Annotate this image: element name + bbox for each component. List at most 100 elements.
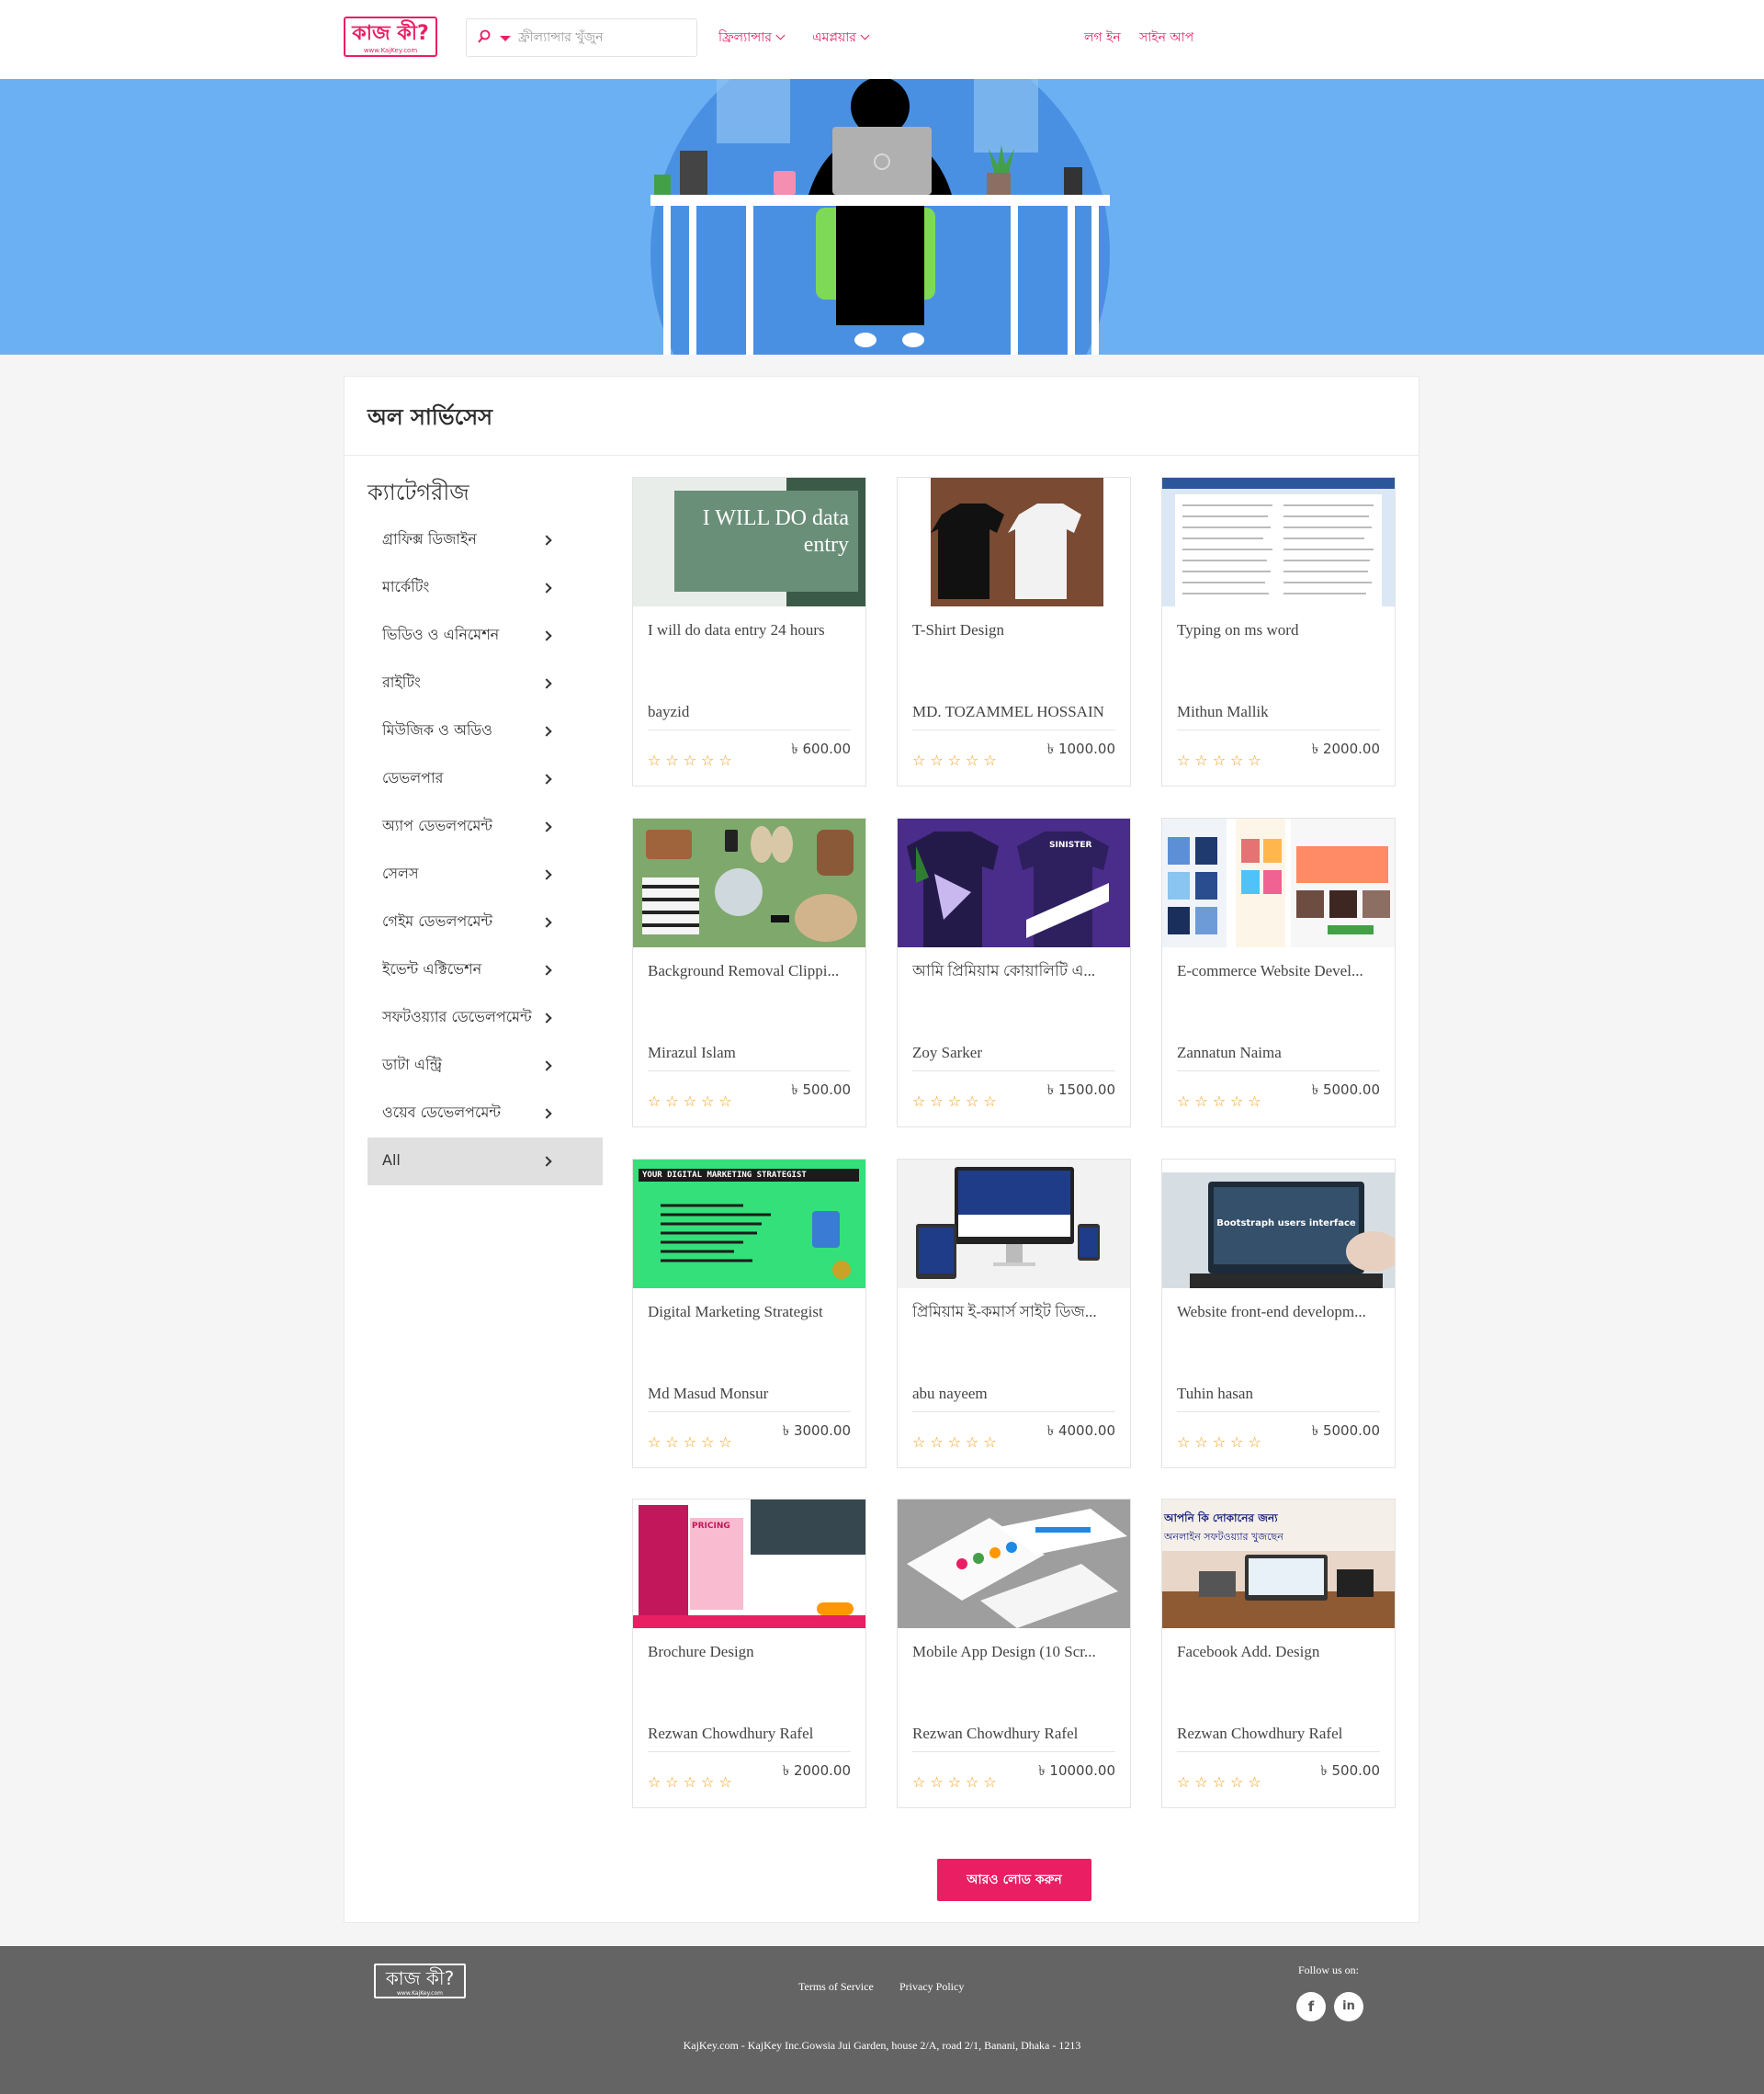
terms-link[interactable]: Terms of Service	[798, 1979, 874, 1994]
chevron-right-icon	[541, 678, 552, 689]
service-card[interactable]: Background Removal Clippi... Mirazul Isl…	[632, 818, 866, 1127]
facebook-icon[interactable]: f	[1296, 1992, 1326, 2021]
service-price: ৳ 1000.00	[1046, 741, 1115, 757]
logo-subtext: www.KajKey.com	[397, 1990, 443, 1997]
service-thumbnail: PRICING	[633, 1500, 865, 1628]
service-card[interactable]: T-Shirt Design MD. TOZAMMEL HOSSAIN ☆☆☆☆…	[897, 477, 1131, 787]
service-thumbnail	[898, 1500, 1130, 1628]
category-item-graphics-design[interactable]: গ্রাফিক্স ডিজাইন	[368, 516, 603, 564]
service-price: ৳ 1500.00	[1046, 1081, 1115, 1098]
seller-name: Zannatun Naima	[1177, 1044, 1282, 1061]
service-thumbnail: YOUR DIGITAL MARKETING STRATEGIST	[633, 1160, 865, 1288]
thumbnail-caption: I WILL DO data entry	[702, 506, 849, 557]
category-item-event-activation[interactable]: ইভেন্ট এক্টিভেশন	[368, 946, 603, 994]
category-label: ওয়েব ডেভেলপমেন্ট	[382, 1104, 501, 1121]
signup-link[interactable]: সাইন আপ	[1139, 28, 1193, 48]
nav-freelancer-dropdown[interactable]: ফ্রিল্যান্সার	[718, 28, 786, 48]
service-thumbnail	[1162, 478, 1395, 606]
service-card[interactable]: I WILL DO data entry I will do data entr…	[632, 477, 866, 787]
service-price: ৳ 500.00	[791, 1081, 851, 1098]
service-thumbnail	[898, 1160, 1130, 1288]
service-title[interactable]: Brochure Design	[648, 1641, 854, 1663]
thumbnail-caption: SINISTER	[1049, 841, 1092, 850]
footer-logo[interactable]: কাজ কী? www.KajKey.com	[374, 1964, 466, 1998]
category-item-music-audio[interactable]: মিউজিক ও অডিও	[368, 707, 603, 755]
hero-banner	[0, 79, 1764, 355]
search-input[interactable]	[518, 27, 689, 49]
service-card[interactable]: প্রিমিয়াম ই-কমার্স সাইট ডিজ... abu naye…	[897, 1159, 1131, 1468]
service-card[interactable]: PRICING Brochure Design Rezwan Chowdhury…	[632, 1499, 866, 1808]
category-item-developer[interactable]: ডেভলপার	[368, 755, 603, 803]
service-card[interactable]: Typing on ms word Mithun Mallik ☆☆☆☆☆ ৳ …	[1161, 477, 1396, 787]
service-title[interactable]: Website front-end developm...	[1177, 1301, 1384, 1323]
search-icon[interactable]	[478, 29, 492, 46]
seller-name: abu nayeem	[912, 1385, 988, 1402]
seller-name: Rezwan Chowdhury Rafel	[648, 1725, 814, 1742]
chevron-right-icon	[541, 583, 552, 594]
service-card[interactable]: Bootstraph users interface Website front…	[1161, 1159, 1396, 1468]
site-logo[interactable]: কাজ কী? www.KajKey.com	[344, 17, 437, 57]
service-title[interactable]: Facebook Add. Design	[1177, 1641, 1384, 1663]
services-panel: অল সার্ভিসেস ক্যাটেগরীজ গ্রাফিক্স ডিজাইন…	[344, 376, 1419, 1923]
rating-stars: ☆☆☆☆☆	[912, 752, 1001, 769]
thumbnail-caption: PRICING	[692, 1522, 730, 1531]
chevron-right-icon	[541, 726, 552, 737]
category-item-sales[interactable]: সেলস	[368, 851, 603, 899]
category-item-video-animation[interactable]: ভিডিও ও এনিমেশন	[368, 612, 603, 660]
rating-stars: ☆☆☆☆☆	[648, 1773, 737, 1791]
service-price: ৳ 5000.00	[1311, 1081, 1380, 1098]
seller-name: bayzid	[648, 703, 690, 720]
service-title[interactable]: Background Removal Clippi...	[648, 960, 854, 982]
chevron-right-icon	[541, 1060, 552, 1071]
category-item-game-development[interactable]: গেইম ডেভলপমেন্ট	[368, 899, 603, 946]
privacy-link[interactable]: Privacy Policy	[899, 1979, 964, 1994]
category-label: ভিডিও ও এনিমেশন	[382, 626, 500, 643]
category-label: গ্রাফিক্স ডিজাইন	[382, 530, 477, 548]
rating-stars: ☆☆☆☆☆	[648, 1433, 737, 1451]
load-more-button[interactable]: আরও লোড করুন	[937, 1859, 1091, 1901]
service-card[interactable]: E-commerce Website Devel... Zannatun Nai…	[1161, 818, 1396, 1127]
service-title[interactable]: E-commerce Website Devel...	[1177, 960, 1384, 982]
login-link[interactable]: লগ ইন	[1084, 28, 1121, 48]
seller-name: Rezwan Chowdhury Rafel	[1177, 1725, 1343, 1742]
category-label: মিউজিক ও অডিও	[382, 721, 492, 739]
service-title[interactable]: আমি প্রিমিয়াম কোয়ালিটি এ...	[912, 960, 1119, 982]
service-title[interactable]: প্রিমিয়াম ই-কমার্স সাইট ডিজ...	[912, 1301, 1119, 1323]
service-title[interactable]: I will do data entry 24 hours	[648, 619, 854, 641]
category-item-writing[interactable]: রাইটিং	[368, 660, 603, 707]
service-title[interactable]: T-Shirt Design	[912, 619, 1119, 641]
rating-stars: ☆☆☆☆☆	[912, 1092, 1001, 1110]
rating-stars: ☆☆☆☆☆	[1177, 752, 1266, 769]
divider	[648, 1070, 851, 1071]
service-card[interactable]: Mobile App Design (10 Scr... Rezwan Chow…	[897, 1499, 1131, 1808]
caret-down-icon[interactable]	[500, 36, 511, 41]
service-thumbnail: আপনি কি দোকানের জন্য অনলাইন সফটওয়্যার খ…	[1162, 1500, 1395, 1628]
service-card[interactable]: SINISTER আমি প্রিমিয়াম কোয়ালিটি এ... Z…	[897, 818, 1131, 1127]
seller-name: Rezwan Chowdhury Rafel	[912, 1725, 1079, 1742]
category-item-app-development[interactable]: অ্যাপ ডেভলপমেন্ট	[368, 803, 603, 851]
category-item-data-entry[interactable]: ডাটা এন্ট্রি	[368, 1042, 603, 1090]
rating-stars: ☆☆☆☆☆	[912, 1433, 1001, 1451]
category-item-software-development[interactable]: সফটওয়্যার ডেভেলপমেন্ট	[368, 994, 603, 1042]
logo-text: কাজ কী?	[385, 1967, 455, 1989]
chevron-down-icon	[860, 30, 870, 40]
seller-name: MD. TOZAMMEL HOSSAIN	[912, 703, 1104, 720]
chevron-right-icon	[541, 917, 552, 928]
category-item-all[interactable]: All	[368, 1138, 603, 1185]
service-title[interactable]: Digital Marketing Strategist	[648, 1301, 854, 1323]
nav-employer-dropdown[interactable]: এমপ্লয়ার	[812, 28, 870, 48]
category-label: ডাটা এন্ট্রি	[382, 1056, 443, 1073]
service-card[interactable]: YOUR DIGITAL MARKETING STRATEGIST Digita…	[632, 1159, 866, 1468]
linkedin-icon[interactable]: in	[1334, 1992, 1363, 2021]
service-title[interactable]: Mobile App Design (10 Scr...	[912, 1641, 1119, 1663]
service-price: ৳ 600.00	[791, 741, 851, 757]
category-item-marketing[interactable]: মার্কেটিং	[368, 564, 603, 612]
chevron-right-icon	[541, 535, 552, 546]
service-price: ৳ 10000.00	[1038, 1762, 1115, 1779]
category-label: মার্কেটিং	[382, 578, 430, 595]
service-title[interactable]: Typing on ms word	[1177, 619, 1384, 641]
service-thumbnail	[1162, 819, 1395, 947]
category-item-web-development[interactable]: ওয়েব ডেভেলপমেন্ট	[368, 1090, 603, 1138]
category-label: সেলস	[382, 865, 419, 882]
service-card[interactable]: আপনি কি দোকানের জন্য অনলাইন সফটওয়্যার খ…	[1161, 1499, 1396, 1808]
